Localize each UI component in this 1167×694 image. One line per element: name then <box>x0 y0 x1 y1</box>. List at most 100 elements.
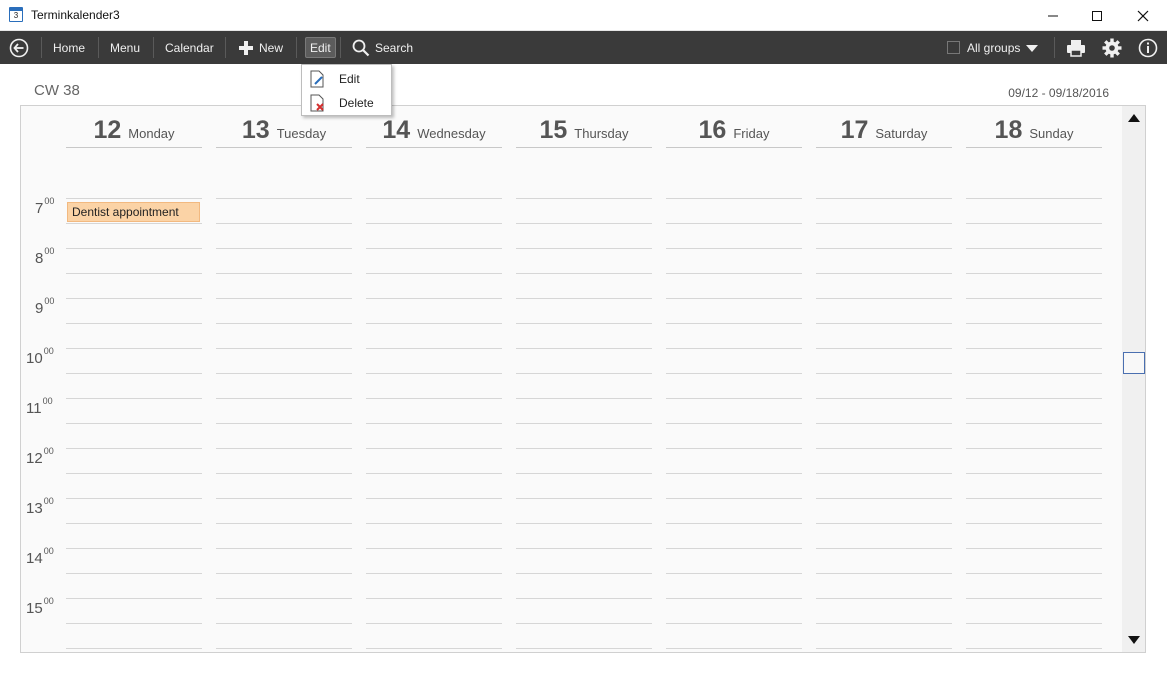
time-slot-line <box>666 398 802 399</box>
time-slot-line <box>666 198 802 199</box>
time-slot-line <box>216 448 352 449</box>
edit-button[interactable]: Edit <box>305 37 336 58</box>
time-slot-line <box>66 423 202 424</box>
edit-document-icon <box>310 70 324 88</box>
time-slot-line <box>66 298 202 299</box>
all-groups-dropdown[interactable]: All groups <box>947 31 1039 64</box>
day-name: Saturday <box>875 126 928 141</box>
info-button[interactable] <box>1138 31 1158 64</box>
scroll-up-button[interactable] <box>1122 106 1145 130</box>
time-slot-line <box>66 323 202 324</box>
time-slot-line <box>816 523 952 524</box>
time-slot-line <box>366 248 502 249</box>
day-header-wednesday[interactable]: 14 Wednesday <box>366 116 502 148</box>
print-button[interactable] <box>1066 31 1086 64</box>
minimize-button[interactable] <box>1030 0 1076 31</box>
time-slot-line <box>366 498 502 499</box>
time-slot-line <box>66 648 202 649</box>
time-slot-line <box>216 198 352 199</box>
maximize-button[interactable] <box>1074 0 1120 31</box>
appointment-dentist[interactable]: Dentist appointment <box>67 202 200 222</box>
hour-label: 1400 <box>26 546 54 567</box>
day-header-saturday[interactable]: 17 Saturday <box>816 116 952 148</box>
time-slot-line <box>666 648 802 649</box>
hour-label: 700 <box>35 196 55 217</box>
minutes-suffix: 00 <box>44 196 55 206</box>
day-name: Sunday <box>1029 126 1074 141</box>
time-slot-line <box>966 423 1102 424</box>
minutes-suffix: 00 <box>43 596 54 606</box>
time-slot-line <box>966 598 1102 599</box>
toolbar-separator <box>225 37 226 58</box>
time-slot-line <box>966 573 1102 574</box>
time-slot-line <box>966 323 1102 324</box>
time-slot-line <box>666 448 802 449</box>
time-slot-line <box>816 323 952 324</box>
time-slot-line <box>66 598 202 599</box>
time-slot-line <box>516 273 652 274</box>
time-slot-line <box>516 573 652 574</box>
time-slot-line <box>66 623 202 624</box>
time-slot-line <box>366 548 502 549</box>
day-name: Tuesday <box>276 126 327 141</box>
day-header-friday[interactable]: 16 Friday <box>666 116 802 148</box>
time-slot-line <box>516 298 652 299</box>
day-header-sunday[interactable]: 18 Sunday <box>966 116 1102 148</box>
menu-button[interactable]: Menu <box>110 31 140 64</box>
time-slot-line <box>216 323 352 324</box>
calendar-week-label: CW 38 <box>34 82 80 99</box>
time-slot-line <box>366 523 502 524</box>
scroll-down-button[interactable] <box>1122 628 1145 652</box>
calendar-button[interactable]: Calendar <box>165 31 214 64</box>
time-slot-line <box>666 623 802 624</box>
vertical-scrollbar[interactable] <box>1122 106 1145 652</box>
time-slot-line <box>66 473 202 474</box>
back-button[interactable] <box>9 31 29 64</box>
app-calendar-icon: 3 <box>9 7 23 22</box>
time-slot-line <box>366 273 502 274</box>
menu-item-edit[interactable]: Edit <box>302 67 392 91</box>
time-slot-line <box>366 323 502 324</box>
home-button[interactable]: Home <box>53 31 85 64</box>
arrow-down-icon <box>1128 636 1140 644</box>
scrollbar-thumb[interactable] <box>1123 352 1145 374</box>
time-slot-line <box>66 273 202 274</box>
new-button[interactable]: New <box>239 31 283 64</box>
minutes-suffix: 00 <box>43 496 54 506</box>
time-slot-line <box>666 273 802 274</box>
time-slot-line <box>366 198 502 199</box>
time-slot-line <box>516 248 652 249</box>
time-slot-line <box>666 348 802 349</box>
time-slot-line <box>516 448 652 449</box>
close-button[interactable] <box>1120 0 1166 31</box>
day-header-monday[interactable]: 12 Monday <box>66 116 202 148</box>
maximize-icon <box>1092 10 1102 21</box>
menu-item-delete[interactable]: Delete <box>302 91 392 115</box>
day-header-thursday[interactable]: 15 Thursday <box>516 116 652 148</box>
all-groups-checkbox[interactable] <box>947 41 960 54</box>
time-slot-line <box>366 473 502 474</box>
time-slot-line <box>816 448 952 449</box>
edit-dropdown-menu: Edit Delete <box>301 64 392 116</box>
settings-button[interactable] <box>1102 31 1122 64</box>
day-name: Friday <box>733 126 770 141</box>
search-button[interactable]: Search <box>352 31 413 64</box>
time-slot-line <box>816 298 952 299</box>
time-slot-line <box>216 248 352 249</box>
time-slot-line <box>516 373 652 374</box>
new-button-label: New <box>259 40 284 55</box>
time-slot-line <box>516 423 652 424</box>
time-slot-line <box>966 548 1102 549</box>
day-header-tuesday[interactable]: 13 Tuesday <box>216 116 352 148</box>
time-slot-line <box>516 323 652 324</box>
time-slot-line <box>966 623 1102 624</box>
time-slot-line <box>816 598 952 599</box>
hour-label: 800 <box>35 246 54 267</box>
time-slot-line <box>516 623 652 624</box>
week-calendar-grid[interactable]: 12 Monday 13 Tuesday 14 Wednesday 15 Thursday 16… <box>20 105 1146 653</box>
time-slot-line <box>816 273 952 274</box>
close-icon <box>1137 10 1149 21</box>
time-slot-line <box>966 523 1102 524</box>
time-slot-line <box>966 473 1102 474</box>
chevron-down-icon <box>1026 44 1039 52</box>
